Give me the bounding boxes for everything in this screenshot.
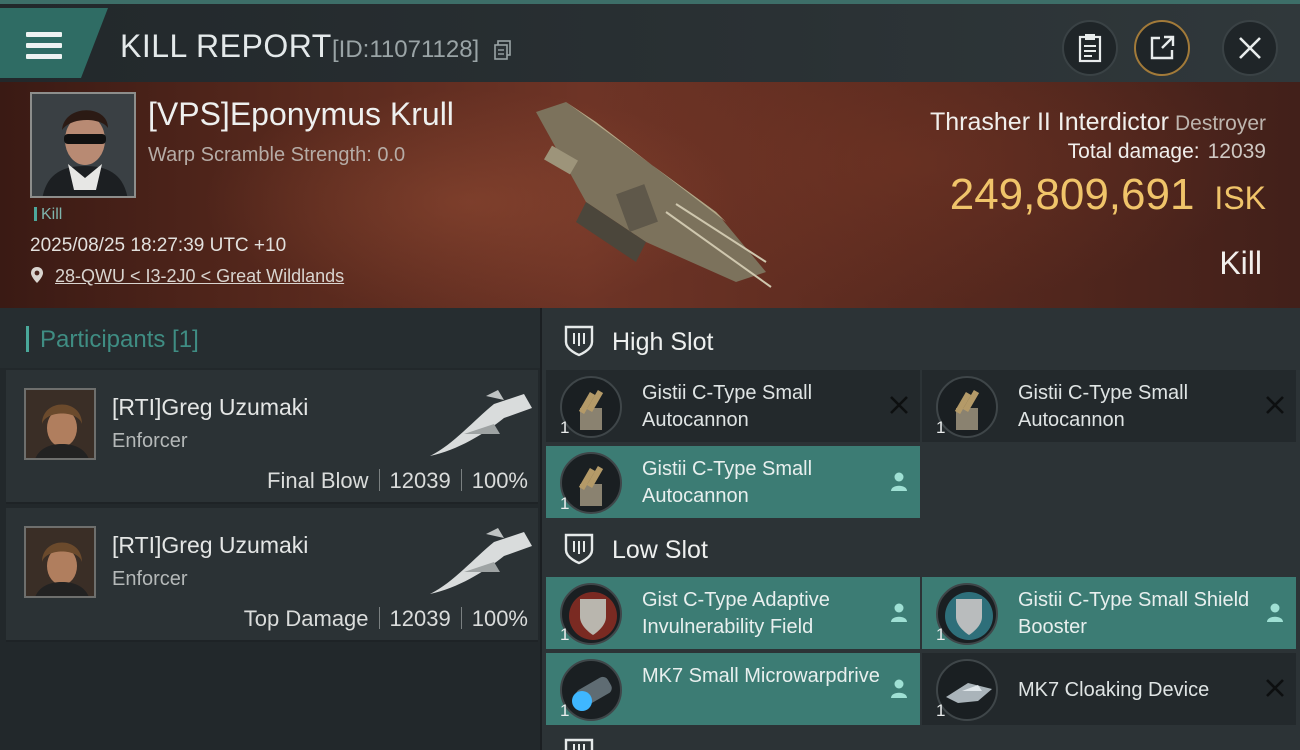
module-name: Gistii C-Type Small Autocannon: [642, 458, 813, 507]
fitting-panel: High Slot 1 Gistii C-Type Small Autocann…: [542, 308, 1300, 750]
destroyed-x-icon: [890, 396, 908, 414]
participant-label: Final Blow: [267, 468, 369, 493]
close-button[interactable]: [1222, 20, 1278, 76]
isk-unit: ISK: [1214, 180, 1266, 216]
total-damage-value: 12039: [1207, 140, 1266, 163]
module-item[interactable]: 1 Gistii C-Type Small Autocannon: [922, 370, 1296, 442]
destroyed-x-icon: [1266, 679, 1284, 697]
total-damage-label: Total damage:: [1067, 140, 1200, 163]
kill-id: [ID:11071128]: [332, 36, 480, 63]
stat-divider: [378, 607, 380, 629]
tag-bar: [34, 207, 37, 221]
kill-datetime: 2025/08/25 18:27:39 UTC +10: [30, 235, 287, 256]
isk-amount: 249,809,691: [949, 170, 1195, 219]
location-pin-icon: [31, 267, 43, 283]
victim-ship-image: [536, 102, 772, 288]
victim-ship[interactable]: Thrasher II Interdictor Destroyer: [930, 108, 1266, 137]
menu-icon: [26, 32, 62, 60]
destroyed-x-icon: [1266, 396, 1284, 414]
participant-percent: 100%: [471, 468, 528, 493]
participant-row[interactable]: [RTI]Greg Uzumaki Enforcer Top Damage 120…: [6, 508, 538, 642]
dropped-person-icon: [1267, 603, 1283, 622]
dropped-person-icon: [891, 679, 907, 698]
participant-portrait[interactable]: [24, 388, 96, 460]
clipboard-button[interactable]: [1062, 20, 1118, 76]
header-accent-bar: [26, 326, 29, 352]
participant-row[interactable]: [RTI]Greg Uzumaki Enforcer Final Blow 120…: [6, 370, 538, 504]
share-icon: [1150, 35, 1175, 60]
stat-divider: [460, 469, 462, 491]
participant-ship-class: Enforcer: [112, 430, 188, 452]
module-item[interactable]: 1 Gistii C-Type Small Autocannon: [546, 370, 920, 442]
module-item[interactable]: 1 MK7 Small Microwarpdrive: [546, 653, 920, 725]
module-name: Gistii C-Type Small Autocannon: [642, 382, 813, 431]
high-slot-label: High Slot: [612, 328, 714, 356]
kill-result: Kill: [1219, 245, 1262, 281]
victim-name[interactable]: [VPS]Eponymus Krull: [148, 96, 454, 133]
module-name: Gistii C-Type Small Autocannon: [1018, 382, 1189, 431]
module-quantity: 1: [560, 625, 570, 644]
module-name: Gistii C-Type Small Shield Booster: [1018, 589, 1250, 638]
warp-scramble-strength: Warp Scramble Strength: 0.0: [148, 144, 406, 166]
low-slot-label: Low Slot: [612, 536, 708, 564]
module-name: MK7 Cloaking Device: [1018, 679, 1210, 701]
module-item[interactable]: 1 MK7 Cloaking Device: [922, 653, 1296, 725]
participant-ship-class: Enforcer: [112, 568, 188, 590]
module-item[interactable]: 1 Gist C-Type Adaptive Invulnerability F…: [546, 577, 920, 649]
dropped-person-icon: [891, 603, 907, 622]
menu-button[interactable]: [0, 8, 108, 78]
participant-stats: Final Blow 12039 100%: [267, 468, 528, 494]
participant-percent: 100%: [471, 606, 528, 631]
participants-title: Participants [1]: [40, 326, 199, 353]
location-link[interactable]: 28-QWU < I3-2J0 < Great Wildlands: [55, 266, 344, 286]
module-quantity: 1: [936, 418, 946, 437]
module-item[interactable]: 1 Gistii C-Type Small Shield Booster: [922, 577, 1296, 649]
module-quantity: 1: [936, 625, 946, 644]
shield-slot-icon: [564, 325, 594, 357]
ship-class: Destroyer: [1174, 112, 1266, 135]
participant-ship-image: [430, 390, 532, 456]
shield-slot-icon: [564, 533, 594, 565]
isk-value: 249,809,691 ISK: [950, 170, 1266, 220]
victim-portrait[interactable]: [30, 92, 136, 198]
mid-slot-header: [542, 736, 1300, 750]
portrait-image: [26, 390, 94, 458]
module-quantity: 1: [560, 701, 570, 720]
low-slot-header: Low Slot: [542, 518, 1300, 582]
participant-name: [RTI]Greg Uzumaki: [112, 394, 309, 420]
participant-damage: 12039: [389, 606, 451, 631]
ship-name: Thrasher II Interdictor: [929, 108, 1169, 136]
participant-label: Top Damage: [243, 606, 369, 631]
portrait-image: [26, 528, 94, 596]
module-name: Gist C-Type Adaptive Invulnerability Fie…: [642, 589, 830, 638]
stat-divider: [460, 607, 462, 629]
portrait-image: [32, 94, 134, 196]
participant-ship-image: [430, 528, 532, 594]
participant-damage: 12039: [389, 468, 451, 493]
dropped-person-icon: [891, 472, 907, 491]
kill-tag: Kill: [34, 206, 62, 224]
participant-portrait[interactable]: [24, 526, 96, 598]
clipboard-icon: [1078, 34, 1102, 63]
participant-stats: Top Damage 12039 100%: [244, 606, 528, 632]
participant-name: [RTI]Greg Uzumaki: [112, 532, 309, 558]
kill-location[interactable]: 28-QWU < I3-2J0 < Great Wildlands: [30, 266, 344, 287]
module-item[interactable]: 1 Gistii C-Type Small Autocannon: [546, 446, 920, 518]
total-damage: Total damage: 12039: [1068, 140, 1266, 164]
shield-slot-icon: [564, 738, 594, 750]
participants-header[interactable]: Participants [1]: [0, 308, 540, 368]
top-bar: KILL REPORT [ID:11071128]: [0, 0, 1300, 82]
page-title: KILL REPORT: [120, 28, 332, 64]
kill-tag-text: Kill: [41, 206, 63, 223]
stat-divider: [378, 469, 380, 491]
share-button[interactable]: [1134, 20, 1190, 76]
close-icon: [1239, 37, 1261, 59]
module-name: MK7 Small Microwarpdrive: [642, 665, 880, 687]
participants-panel: Participants [1] [RTI]Greg Uzumaki Enfor…: [0, 308, 540, 750]
high-slot-header: High Slot: [542, 310, 1300, 374]
copy-icon[interactable]: [494, 40, 512, 60]
module-quantity: 1: [560, 494, 570, 513]
module-quantity: 1: [560, 418, 570, 437]
module-quantity: 1: [936, 701, 946, 720]
